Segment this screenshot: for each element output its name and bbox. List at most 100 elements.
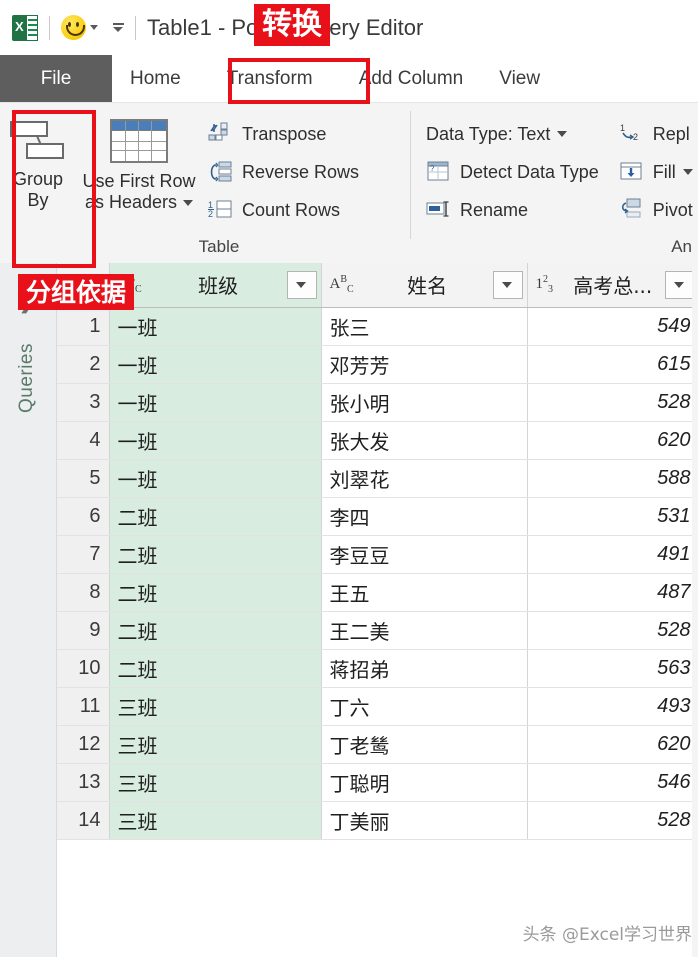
- cell-score[interactable]: 620: [527, 421, 698, 460]
- table-row[interactable]: 14 三班 丁美丽 528: [57, 801, 698, 840]
- cell-name[interactable]: 丁美丽: [321, 801, 528, 840]
- column-header-name[interactable]: ABC 姓名: [321, 263, 528, 308]
- cell-name[interactable]: 刘翠花: [321, 459, 528, 498]
- pivot-column-label: Pivot: [652, 199, 693, 220]
- customize-quick-access-toolbar-icon[interactable]: [112, 23, 124, 32]
- annotation-transform-label: 转换: [254, 4, 330, 46]
- reverse-rows-button[interactable]: Reverse Rows: [202, 153, 365, 191]
- svg-text:2: 2: [208, 209, 213, 219]
- cell-class[interactable]: 一班: [109, 421, 322, 460]
- fill-button[interactable]: Fill: [613, 153, 698, 191]
- cell-class[interactable]: 一班: [109, 307, 322, 346]
- table-row[interactable]: 9 二班 王二美 528: [57, 611, 698, 650]
- cell-name[interactable]: 王五: [321, 573, 528, 612]
- table-row[interactable]: 7 二班 李豆豆 491: [57, 535, 698, 574]
- cell-score[interactable]: 615: [527, 345, 698, 384]
- fill-caret-icon[interactable]: [682, 169, 693, 175]
- cell-score[interactable]: 549: [527, 307, 698, 346]
- queries-pane[interactable]: ❯ Queries: [0, 263, 57, 957]
- tab-file[interactable]: File: [0, 55, 112, 102]
- table-row[interactable]: 4 一班 张大发 620: [57, 421, 698, 460]
- cell-name[interactable]: 邓芳芳: [321, 345, 528, 384]
- table-row[interactable]: 12 三班 丁老鸶 620: [57, 725, 698, 764]
- table-row[interactable]: 8 二班 王五 487: [57, 573, 698, 612]
- row-index: 9: [57, 611, 110, 650]
- detect-data-type-button[interactable]: ? Detect Data Type: [420, 153, 605, 191]
- count-rows-button[interactable]: 1 2 Count Rows: [202, 191, 365, 229]
- rename-button[interactable]: Rename: [420, 191, 605, 229]
- svg-text:1: 1: [620, 123, 625, 133]
- cell-score[interactable]: 528: [527, 383, 698, 422]
- transpose-button[interactable]: Transpose: [202, 115, 365, 153]
- column-header-score[interactable]: 123 高考总...: [527, 263, 698, 308]
- column-filter-button-score[interactable]: [664, 270, 695, 299]
- column-filter-button-class[interactable]: [286, 270, 317, 299]
- cell-name[interactable]: 丁六: [321, 687, 528, 726]
- cell-score[interactable]: 546: [527, 763, 698, 802]
- any-column-commands-left: Data Type: Text ? Detect Data Type Renam…: [420, 111, 605, 229]
- cell-score[interactable]: 588: [527, 459, 698, 498]
- cell-score[interactable]: 491: [527, 535, 698, 574]
- replace-values-button[interactable]: 1 2 Repl: [613, 115, 698, 153]
- vertical-scrollbar[interactable]: [692, 263, 698, 957]
- cell-score[interactable]: 493: [527, 687, 698, 726]
- use-first-row-as-headers-button[interactable]: Use First Row as Headers: [76, 111, 202, 213]
- cell-name[interactable]: 丁聪明: [321, 763, 528, 802]
- group-by-button[interactable]: Group By: [0, 111, 76, 211]
- cell-class[interactable]: 二班: [109, 497, 322, 536]
- table-row[interactable]: 5 一班 刘翠花 588: [57, 459, 698, 498]
- cell-score[interactable]: 620: [527, 725, 698, 764]
- smiley-dropdown-caret-icon[interactable]: [90, 25, 98, 30]
- cell-class[interactable]: 一班: [109, 459, 322, 498]
- row-index: 7: [57, 535, 110, 574]
- group-by-icon: [8, 119, 68, 161]
- table-row[interactable]: 13 三班 丁聪明 546: [57, 763, 698, 802]
- cell-class[interactable]: 三班: [109, 763, 322, 802]
- cell-name[interactable]: 张小明: [321, 383, 528, 422]
- cell-name[interactable]: 张大发: [321, 421, 528, 460]
- pivot-column-button[interactable]: Pivot: [613, 191, 698, 229]
- cell-class[interactable]: 三班: [109, 725, 322, 764]
- cell-name[interactable]: 李四: [321, 497, 528, 536]
- row-index: 12: [57, 725, 110, 764]
- table-row[interactable]: 10 二班 蒋招弟 563: [57, 649, 698, 688]
- cell-name[interactable]: 王二美: [321, 611, 528, 650]
- column-header-score-label: 高考总...: [573, 274, 653, 299]
- column-filter-button-name[interactable]: [492, 270, 523, 299]
- table-row[interactable]: 11 三班 丁六 493: [57, 687, 698, 726]
- cell-name[interactable]: 李豆豆: [321, 535, 528, 574]
- cell-class[interactable]: 一班: [109, 345, 322, 384]
- tab-view[interactable]: View: [481, 55, 558, 102]
- cell-class[interactable]: 二班: [109, 649, 322, 688]
- cell-class[interactable]: 一班: [109, 383, 322, 422]
- cell-class[interactable]: 二班: [109, 573, 322, 612]
- smiley-face-icon[interactable]: [61, 15, 86, 40]
- row-index: 2: [57, 345, 110, 384]
- cell-score[interactable]: 487: [527, 573, 698, 612]
- transpose-label: Transpose: [242, 123, 327, 144]
- cell-score[interactable]: 528: [527, 801, 698, 840]
- table-row[interactable]: 3 一班 张小明 528: [57, 383, 698, 422]
- cell-class[interactable]: 二班: [109, 535, 322, 574]
- use-first-row-caret-icon[interactable]: [183, 200, 194, 207]
- tab-home[interactable]: Home: [112, 55, 199, 102]
- count-rows-label: Count Rows: [242, 199, 341, 220]
- cell-score[interactable]: 563: [527, 649, 698, 688]
- data-type-button[interactable]: Data Type: Text: [420, 115, 605, 153]
- tab-transform[interactable]: Transform: [198, 55, 341, 102]
- table-row[interactable]: 2 一班 邓芳芳 615: [57, 345, 698, 384]
- cell-name[interactable]: 蒋招弟: [321, 649, 528, 688]
- cell-score[interactable]: 528: [527, 611, 698, 650]
- tab-add-column[interactable]: Add Column: [341, 55, 482, 102]
- cell-score[interactable]: 531: [527, 497, 698, 536]
- table-row[interactable]: 1 一班 张三 549: [57, 307, 698, 346]
- cell-class[interactable]: 二班: [109, 611, 322, 650]
- cell-name[interactable]: 张三: [321, 307, 528, 346]
- cell-class[interactable]: 三班: [109, 801, 322, 840]
- replace-values-icon: 1 2: [619, 122, 645, 146]
- column-header-class[interactable]: ABC 班级: [109, 263, 322, 308]
- data-type-caret-icon[interactable]: [557, 131, 568, 137]
- table-row[interactable]: 6 二班 李四 531: [57, 497, 698, 536]
- cell-name[interactable]: 丁老鸶: [321, 725, 528, 764]
- cell-class[interactable]: 三班: [109, 687, 322, 726]
